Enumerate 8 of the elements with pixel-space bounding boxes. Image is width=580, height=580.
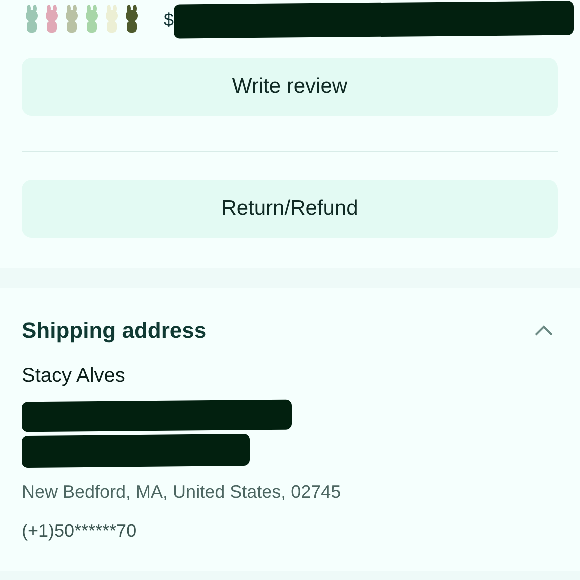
phone-number: (+1)50******70	[22, 520, 138, 543]
write-review-button[interactable]: Write review	[22, 58, 558, 116]
chevron-icon[interactable]	[534, 324, 554, 336]
recipient-name: Stacy Alves	[22, 364, 126, 389]
section-title: Shipping address	[22, 317, 207, 345]
return-refund-button[interactable]: Return/Refund	[22, 180, 558, 238]
address-line: New Bedford, MA, United States, 02745	[22, 481, 342, 504]
price-text: $	[164, 8, 174, 32]
